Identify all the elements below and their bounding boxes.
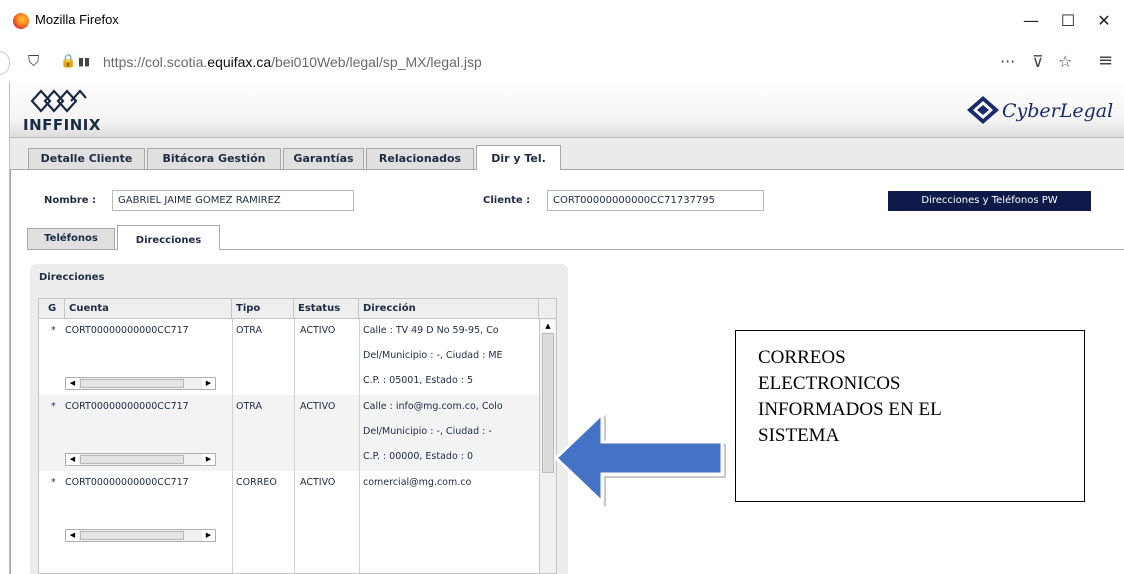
scroll-left-arrow-icon[interactable]: ◀ [66,378,79,389]
cliente-label: Cliente : [483,195,531,206]
minimize-button[interactable]: — [1017,8,1045,34]
subtab-telefonos[interactable]: Teléfonos [27,228,115,249]
column-divider [232,319,233,573]
callout-line: ELECTRONICOS [758,373,901,394]
scroll-left-arrow-icon[interactable]: ◀ [66,454,79,465]
row-3-g: * [51,477,56,488]
row-3-cuenta: CORT00000000000CC717 [65,477,189,488]
inffinix-logo-icon [30,89,87,113]
row-3-horizontal-scrollbar[interactable]: ◀ ▶ [65,529,216,542]
row-2-direccion-line-1: Calle : info@mg.com.co, Colo [363,401,503,412]
row-3-tipo: CORREO [236,477,277,488]
scroll-right-arrow-icon[interactable]: ▶ [202,530,215,541]
menu-icon[interactable]: ≡ [1098,50,1113,71]
firefox-logo-icon [13,13,29,29]
callout-line: CORREOS [758,347,846,368]
row-1-horizontal-scrollbar[interactable]: ◀ ▶ [65,377,216,390]
row-1-estatus: ACTIVO [300,325,336,336]
row-2-direccion-line-2: Del/Municipio : -, Ciudad : - [363,426,492,437]
row-2-g: * [51,401,56,412]
blue-arrow-icon [553,410,726,508]
column-header-spacer [539,299,556,319]
scrollbar-thumb[interactable] [80,531,184,540]
app-header: INFFINIX CyberLegal [10,82,1124,138]
scrollbar-thumb[interactable] [80,379,184,388]
maximize-button[interactable]: ☐ [1054,8,1082,34]
shield-icon[interactable]: ⛉ [28,52,39,70]
row-1-cuenta: CORT00000000000CC717 [65,325,189,336]
row-2-tipo: OTRA [236,401,262,412]
column-header-estatus[interactable]: Estatus [294,299,359,319]
url-host: equifax.ca [207,54,272,70]
annotation-callout: CORREOS ELECTRONICOS INFORMADOS EN EL SI… [735,330,1085,502]
back-button[interactable] [0,51,10,75]
row-3-estatus: ACTIVO [300,477,336,488]
scroll-right-arrow-icon[interactable]: ▶ [202,378,215,389]
url-prefix: https://col.scotia. [103,54,208,70]
cyberlegal-logo-icon [967,96,999,124]
row-1-direccion-line-3: C.P. : 05001, Estado : 5 [363,375,474,386]
callout-line: SISTEMA [758,425,840,446]
url-path: /bei010Web/legal/sp_MX/legal.jsp [271,54,482,70]
star-icon[interactable]: ☆ [1058,52,1072,71]
window-titlebar: Mozilla Firefox — ☐ ✕ [0,0,1124,44]
scroll-up-arrow-icon[interactable]: ▲ [541,320,555,332]
column-header-direccion[interactable]: Dirección [359,299,539,319]
column-divider [359,319,360,573]
close-button[interactable]: ✕ [1090,8,1118,34]
tab-detalle-cliente[interactable]: Detalle Cliente [28,148,145,169]
tab-dir-y-tel[interactable]: Dir y Tel. [476,145,561,170]
row-1-g: * [51,325,56,336]
row-1-direccion-line-1: Calle : TV 49 D No 59-95, Co [363,325,499,336]
row-1-direccion-line-2: Del/Municipio : -, Ciudad : ME [363,350,503,361]
row-2-direccion-line-3: C.P. : 00000, Estado : 0 [363,451,474,462]
tab-relacionados[interactable]: Relacionados [366,148,474,169]
callout-line: INFORMADOS EN EL [758,399,942,420]
nombre-label: Nombre : [44,195,97,206]
row-2-cuenta: CORT00000000000CC717 [65,401,189,412]
row-3-direccion-line-1: comercial@mg.com.co [363,477,472,488]
direcciones-grid: G Cuenta Tipo Estatus Dirección * CORT00… [38,298,557,574]
column-header-g[interactable]: G [39,299,65,319]
callout-text: CORREOS ELECTRONICOS INFORMADOS EN EL SI… [758,345,1078,449]
row-2-estatus: ACTIVO [300,401,336,412]
direcciones-panel: Direcciones G Cuenta Tipo Estatus Direcc… [30,264,568,574]
inffinix-logo-text: INFFINIX [23,116,101,134]
column-divider [294,319,295,573]
row-2-horizontal-scrollbar[interactable]: ◀ ▶ [65,453,216,466]
cyberlegal-logo-text: CyberLegal [1002,100,1114,122]
scroll-right-arrow-icon[interactable]: ▶ [202,454,215,465]
grid-title: Direcciones [39,272,105,283]
column-header-tipo[interactable]: Tipo [232,299,294,319]
browser-navbar: ⛉ 🔒 ▮▮ https://col.scotia.equifax.ca/bei… [0,44,1124,82]
cliente-field[interactable]: CORT00000000000CC71737795 [547,190,764,211]
row-1-tipo: OTRA [236,325,262,336]
direcciones-telefonos-pw-badge[interactable]: Direcciones y Teléfonos PW [888,191,1091,211]
scrollbar-thumb[interactable] [80,455,184,464]
tab-bitacora-gestion[interactable]: Bitácora Gestión [147,148,281,169]
lock-icon[interactable]: 🔒 [60,54,76,69]
permissions-icon[interactable]: ▮▮ [78,55,90,68]
window-title: Mozilla Firefox [35,12,119,27]
page-actions-icon[interactable]: ··· [1000,52,1015,71]
tab-garantias[interactable]: Garantías [283,148,364,169]
column-header-cuenta[interactable]: Cuenta [65,299,232,319]
subtab-direcciones[interactable]: Direcciones [117,225,220,250]
scroll-left-arrow-icon[interactable]: ◀ [66,530,79,541]
url-bar[interactable]: https://col.scotia.equifax.ca/bei010Web/… [103,54,482,70]
nombre-field[interactable]: GABRIEL JAIME GOMEZ RAMIREZ [112,190,354,211]
pocket-icon[interactable]: ⊽ [1032,52,1044,71]
